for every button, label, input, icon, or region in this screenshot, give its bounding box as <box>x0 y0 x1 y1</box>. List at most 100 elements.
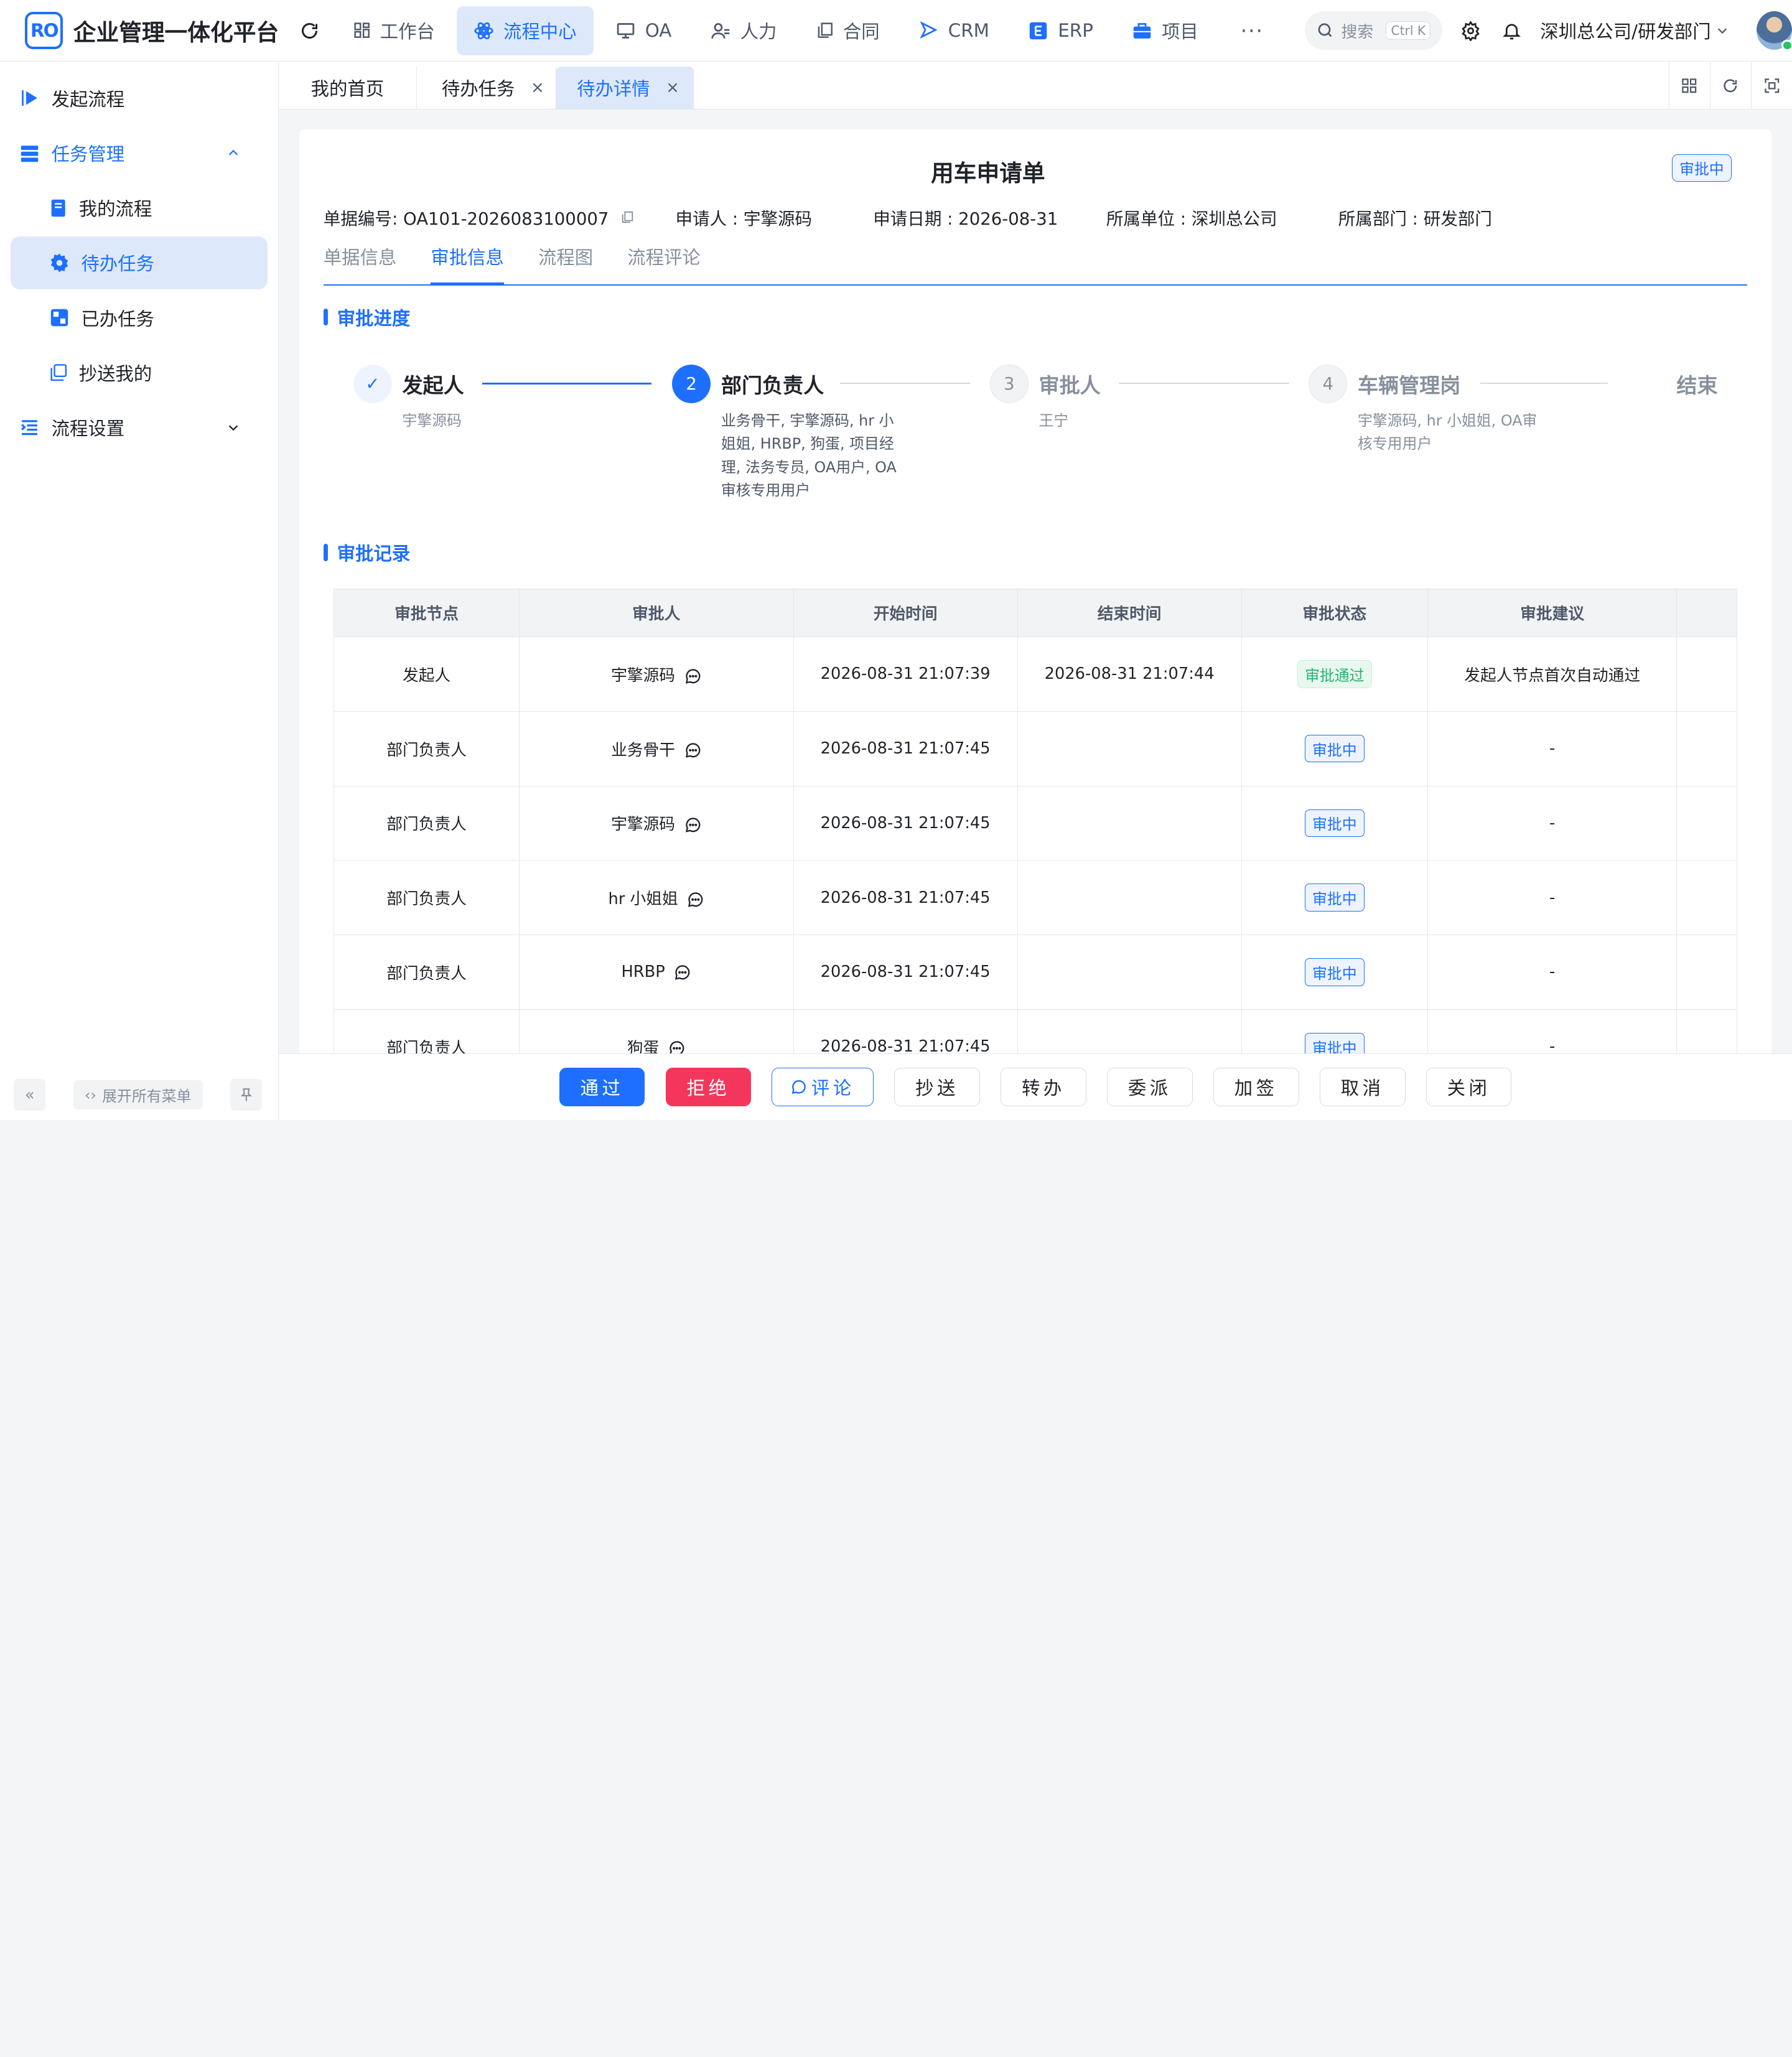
bell-icon[interactable] <box>1499 17 1524 44</box>
message-icon[interactable] <box>674 964 691 981</box>
step-desc: 宇擎源码 <box>402 411 462 429</box>
delegate-button[interactable]: 委派 <box>1106 1067 1193 1107</box>
cell-end-time <box>1017 935 1242 1010</box>
cell-node: 发起人 <box>334 637 520 712</box>
sidebar-item-cc-me[interactable]: 抄送我的 <box>11 347 268 399</box>
cell-start-time: 2026-08-31 21:07:45 <box>793 860 1018 936</box>
cell-approver: hr 小姐姐 <box>518 860 794 936</box>
refresh-icon[interactable] <box>295 14 324 46</box>
fullscreen-icon[interactable] <box>1750 62 1792 110</box>
step-connector <box>1119 383 1289 385</box>
sidebar: 发起流程 任务管理 我的流程 待办任务 已办任务 抄送我的 流程设置 « ‹› … <box>0 62 279 1120</box>
code-icon: ‹› <box>84 1086 96 1104</box>
settings-gear-icon[interactable] <box>1458 17 1483 44</box>
gear-icon <box>50 253 68 273</box>
close-icon[interactable]: × <box>666 78 679 97</box>
tab-home[interactable]: 我的首页 <box>279 66 417 110</box>
records-section-title: 审批记录 <box>324 539 411 566</box>
cell-extra <box>1676 637 1737 712</box>
column-header: 审批节点 <box>334 588 520 638</box>
cell-node: 部门负责人 <box>334 935 520 1010</box>
pin-icon[interactable] <box>230 1078 263 1111</box>
org-label: 深圳总公司/研发部门 <box>1540 21 1711 43</box>
logo[interactable]: RO 企业管理一体化平台 <box>25 11 279 50</box>
step-title: 部门负责人 <box>721 373 824 398</box>
logo-badge: RO <box>25 11 63 50</box>
step-connector <box>482 383 651 385</box>
sidebar-item-todo-tasks[interactable]: 待办任务 <box>10 236 268 289</box>
collapse-sidebar-button[interactable]: « <box>14 1078 46 1111</box>
sidebar-item-my-process[interactable]: 我的流程 <box>11 182 268 234</box>
org-switcher[interactable]: 深圳总公司/研发部门 <box>1540 17 1729 44</box>
message-icon[interactable] <box>684 816 702 834</box>
tab-label: 我的首页 <box>310 78 385 100</box>
tab-approval-info[interactable]: 审批信息 <box>431 243 504 286</box>
tab-todo-detail[interactable]: 待办详情 × <box>556 66 694 110</box>
step-title: 发起人 <box>402 373 464 398</box>
cc-button[interactable]: 抄送 <box>894 1067 980 1107</box>
sidebar-item-label: 待办任务 <box>81 253 154 275</box>
cell-extra <box>1676 935 1737 1010</box>
sidebar-item-done-tasks[interactable]: 已办任务 <box>11 291 268 343</box>
comment-button[interactable]: 评论 <box>772 1067 874 1107</box>
transfer-button[interactable]: 转办 <box>1000 1067 1086 1107</box>
cell-status: 审批中 <box>1241 785 1428 861</box>
grid-icon[interactable] <box>1668 62 1710 110</box>
sidebar-item-task-management[interactable]: 任务管理 <box>11 127 268 179</box>
tab-flow-chart[interactable]: 流程图 <box>538 243 593 284</box>
comment-label: 评论 <box>811 1078 855 1099</box>
status-tag: 审批中 <box>1304 884 1365 912</box>
message-icon[interactable] <box>687 891 704 908</box>
cancel-button[interactable]: 取消 <box>1319 1067 1406 1107</box>
step-approver: 3 审批人 王宁 <box>989 363 1116 432</box>
copy-icon[interactable] <box>620 210 634 224</box>
nav-erp[interactable]: ERP <box>1011 6 1111 55</box>
tab-form-info[interactable]: 单据信息 <box>324 243 397 284</box>
sidebar-item-label: 任务管理 <box>51 144 125 166</box>
avatar[interactable] <box>1757 11 1792 52</box>
status-badge: 审批中 <box>1672 154 1732 182</box>
nav-workflow-center[interactable]: 流程中心 <box>456 6 594 55</box>
tab-flow-comments[interactable]: 流程评论 <box>627 243 701 284</box>
nav-oa[interactable]: OA <box>598 6 689 55</box>
sidebar-item-process-settings[interactable]: 流程设置 <box>11 401 268 454</box>
book-icon <box>51 199 65 217</box>
sidebar-item-label: 流程设置 <box>51 417 125 439</box>
add-sign-button[interactable]: 加签 <box>1213 1067 1299 1107</box>
approve-button[interactable]: 通过 <box>559 1067 645 1107</box>
column-header: 审批状态 <box>1241 588 1428 638</box>
cell-comment: - <box>1427 935 1678 1010</box>
sidebar-item-start-process[interactable]: 发起流程 <box>11 72 268 124</box>
tab-todo-tasks[interactable]: 待办任务 × <box>417 66 557 110</box>
nav-hr[interactable]: 人力 <box>693 6 794 55</box>
cell-node: 部门负责人 <box>334 711 520 786</box>
cell-comment: 发起人节点首次自动通过 <box>1427 637 1678 712</box>
nav-label: OA <box>645 20 672 42</box>
reject-button[interactable]: 拒绝 <box>665 1067 752 1107</box>
nav-crm[interactable]: CRM <box>901 6 1006 55</box>
expand-all-menus-button[interactable]: ‹› 展开所有菜单 <box>73 1080 203 1110</box>
play-icon <box>22 90 38 106</box>
detail-card: 用车申请单 审批中 单据编号: OA101-2026083100007 申请人 … <box>299 129 1771 1078</box>
reload-icon[interactable] <box>1709 62 1751 110</box>
approver-name: hr 小姐姐 <box>608 890 678 909</box>
step-desc: 宇擎源码, hr 小姐姐, OA审核专用用户 <box>1357 411 1538 453</box>
online-status-dot <box>1781 39 1792 52</box>
nav-more-icon[interactable]: ··· <box>1220 19 1284 43</box>
close-button[interactable]: 关闭 <box>1426 1067 1512 1107</box>
sidebar-item-label: 已办任务 <box>81 308 154 330</box>
chevron-up-icon <box>228 149 238 156</box>
users-icon <box>711 22 730 39</box>
message-icon[interactable] <box>684 742 702 759</box>
step-check-icon: ✓ <box>353 364 392 404</box>
nav-contract[interactable]: 合同 <box>798 6 897 55</box>
search-input[interactable]: 搜索 Ctrl K <box>1304 11 1442 50</box>
close-icon[interactable]: × <box>531 78 544 97</box>
nav-project[interactable]: 项目 <box>1115 6 1216 55</box>
cell-status: 审批中 <box>1241 860 1428 936</box>
nav-label: CRM <box>948 20 990 42</box>
chevron-down-icon <box>1717 28 1727 34</box>
monitor-icon <box>617 22 635 39</box>
message-icon[interactable] <box>684 668 702 685</box>
nav-workbench[interactable]: 工作台 <box>335 6 452 55</box>
